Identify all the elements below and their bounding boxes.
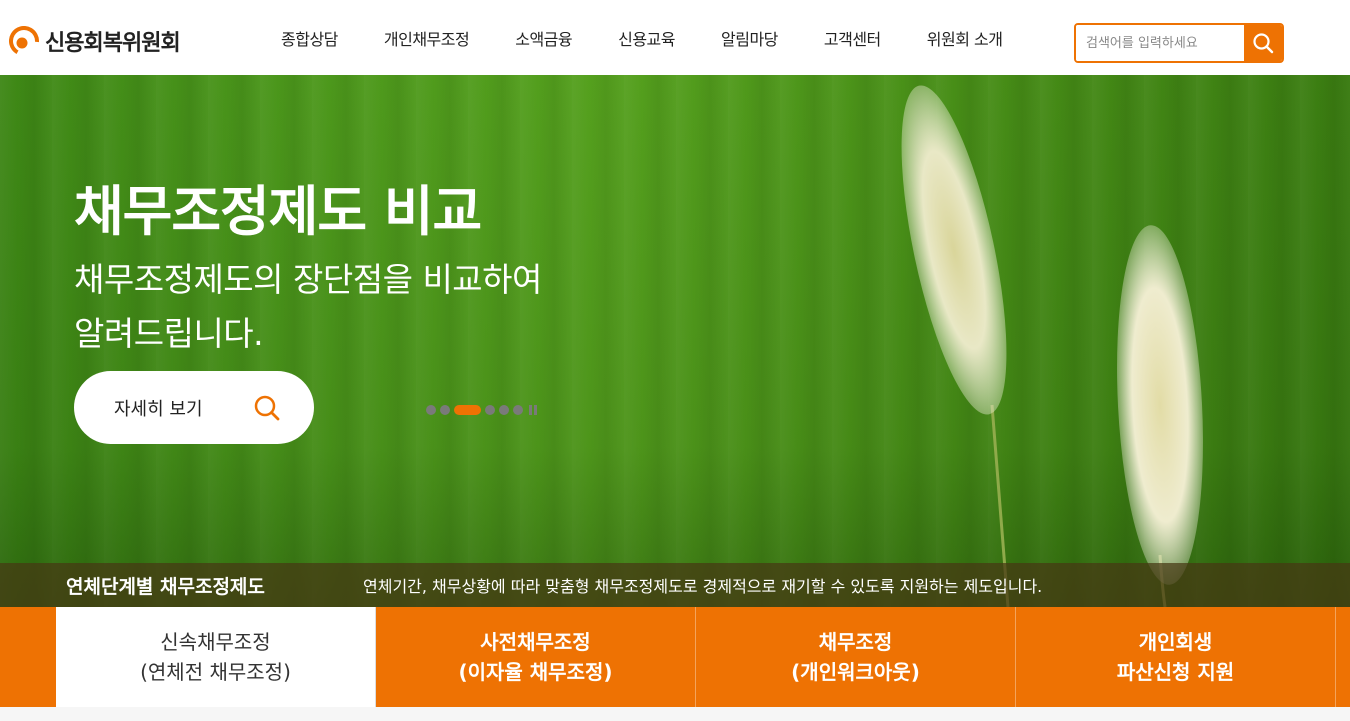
tab-label-line1: 신속채무조정 xyxy=(160,630,271,654)
nav-item-notice[interactable]: 알림마당 xyxy=(698,26,801,50)
nav-item-about[interactable]: 위원회 소개 xyxy=(904,26,1026,50)
slide-dot[interactable] xyxy=(499,405,509,415)
hero-subtitle: 채무조정제도의 장단점을 비교하여 알려드립니다. xyxy=(74,253,634,361)
nav-item-credit-education[interactable]: 신용교육 xyxy=(595,26,698,50)
tab-pre-debt-adjustment[interactable]: 사전채무조정 (이자율 채무조정) xyxy=(376,607,696,707)
search-icon xyxy=(254,395,279,420)
nav-item-debt-adjustment[interactable]: 개인채무조정 xyxy=(361,26,492,50)
search-icon xyxy=(1253,33,1274,54)
info-bar-title: 연체단계별 채무조정제도 xyxy=(66,575,265,598)
slide-dot[interactable] xyxy=(440,405,450,415)
search-input[interactable] xyxy=(1076,25,1244,61)
tab-label-line2: (이자율 채무조정) xyxy=(458,660,613,684)
view-details-label: 자세히 보기 xyxy=(114,398,203,420)
program-tabs: 신속채무조정 (연체전 채무조정) 사전채무조정 (이자율 채무조정) 채무조정… xyxy=(0,607,1350,707)
hero-banner: 채무조정제도 비교 채무조정제도의 장단점을 비교하여 알려드립니다. 자세히 … xyxy=(0,75,1350,607)
hero-subtitle-line1: 채무조정제도의 장단점을 비교하여 xyxy=(74,260,542,299)
slide-dot[interactable] xyxy=(426,405,436,415)
logo[interactable]: 신용회복위원회 xyxy=(9,25,181,57)
logo-mark-icon xyxy=(9,26,39,56)
search-box xyxy=(1074,23,1284,63)
tab-label-line2: (개인워크아웃) xyxy=(791,660,920,684)
nav-item-microfinance[interactable]: 소액금융 xyxy=(492,26,595,50)
main-nav: 종합상담 개인채무조정 소액금융 신용교육 알림마당 고객센터 위원회 소개 xyxy=(258,0,1025,75)
tab-label-line1: 사전채무조정 xyxy=(480,630,591,654)
site-header: 신용회복위원회 종합상담 개인채무조정 소액금융 신용교육 알림마당 고객센터 … xyxy=(0,0,1350,75)
nav-item-customer-center[interactable]: 고객센터 xyxy=(801,26,904,50)
tab-label-line2: (연체전 채무조정) xyxy=(140,660,291,684)
nav-item-consult[interactable]: 종합상담 xyxy=(258,26,361,50)
info-bar-description: 연체기간, 채무상황에 따라 맞춤형 채무조정제도로 경제적으로 재기할 수 있… xyxy=(363,577,1043,596)
tab-fast-debt-adjustment[interactable]: 신속채무조정 (연체전 채무조정) xyxy=(56,607,376,707)
slide-dot[interactable] xyxy=(485,405,495,415)
pause-icon[interactable] xyxy=(529,405,537,415)
tab-label-line1: 채무조정 xyxy=(818,630,893,654)
logo-text: 신용회복위원회 xyxy=(45,31,181,56)
tab-rehabilitation-bankruptcy[interactable]: 개인회생 파산신청 지원 xyxy=(1016,607,1336,707)
info-bar: 연체단계별 채무조정제도 연체기간, 채무상황에 따라 맞춤형 채무조정제도로 … xyxy=(0,563,1350,607)
hero-title: 채무조정제도 비교 xyxy=(74,180,482,243)
grass-image xyxy=(901,85,1203,607)
search-button[interactable] xyxy=(1244,25,1282,61)
view-details-button[interactable]: 자세히 보기 xyxy=(74,371,314,444)
tab-label-line1: 개인회생 xyxy=(1138,630,1213,654)
slide-dot[interactable] xyxy=(513,405,523,415)
tab-individual-workout[interactable]: 채무조정 (개인워크아웃) xyxy=(696,607,1016,707)
tab-label-line2: 파산신청 지원 xyxy=(1116,660,1235,684)
slide-pagination xyxy=(426,405,537,415)
hero-subtitle-line2: 알려드립니다. xyxy=(74,314,264,353)
slide-dot-active[interactable] xyxy=(454,405,481,415)
